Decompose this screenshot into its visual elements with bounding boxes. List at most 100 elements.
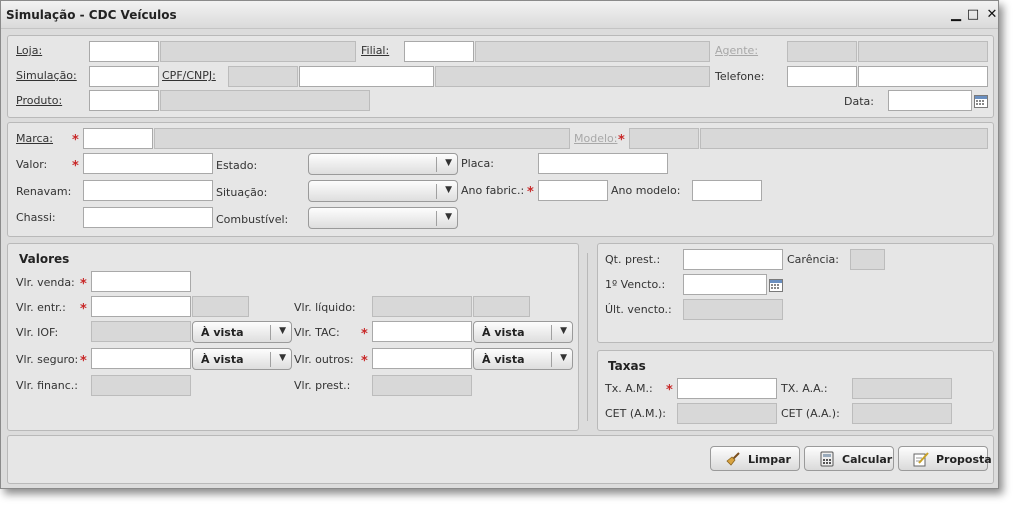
loja-input[interactable] bbox=[89, 41, 159, 62]
estado-select[interactable]: ▼ bbox=[308, 153, 458, 175]
carencia-label: Carência: bbox=[787, 253, 839, 266]
chassi-label: Chassi: bbox=[16, 211, 56, 224]
cpf-cnpj-input[interactable] bbox=[299, 66, 434, 87]
marca-name-field bbox=[154, 128, 570, 149]
vlr-outros-select-value: À vista bbox=[482, 353, 525, 366]
vlr-seguro-input[interactable] bbox=[91, 348, 191, 369]
minimize-button[interactable]: ▁ bbox=[948, 7, 964, 23]
telefone-input[interactable] bbox=[858, 66, 988, 87]
vlr-outros-input[interactable] bbox=[372, 348, 472, 369]
vlr-iof-field bbox=[91, 321, 191, 342]
vlr-seguro-select[interactable]: À vista ▼ bbox=[192, 348, 292, 370]
cpf-type-field bbox=[228, 66, 298, 87]
marca-label[interactable]: Marca: bbox=[16, 132, 53, 145]
vlr-liquido-field bbox=[372, 296, 472, 317]
title-bar[interactable]: Simulação - CDC Veículos ▁ □ ✕ bbox=[1, 1, 998, 29]
primeiro-vencto-input[interactable] bbox=[683, 274, 767, 295]
agente-code-field bbox=[787, 41, 857, 62]
vlr-tac-select-value: À vista bbox=[482, 326, 525, 339]
ano-modelo-input[interactable] bbox=[692, 180, 762, 201]
chassi-input[interactable] bbox=[83, 207, 213, 228]
required-marker: * bbox=[72, 159, 79, 174]
document-pen-icon bbox=[913, 451, 929, 467]
required-marker: * bbox=[80, 302, 87, 317]
cet-aa-field bbox=[852, 403, 952, 424]
marca-input[interactable] bbox=[83, 128, 153, 149]
loja-name-field bbox=[160, 41, 356, 62]
tx-am-input[interactable] bbox=[677, 378, 777, 399]
renavam-input[interactable] bbox=[83, 180, 213, 201]
produto-label[interactable]: Produto: bbox=[16, 94, 62, 107]
loja-label[interactable]: Loja: bbox=[16, 44, 42, 57]
cliente-name-field bbox=[435, 66, 710, 87]
cpf-cnpj-label[interactable]: CPF/CNPJ: bbox=[162, 69, 216, 82]
filial-label[interactable]: Filial: bbox=[361, 44, 389, 57]
vlr-entr-label: Vlr. entr.: bbox=[16, 301, 66, 314]
chevron-down-icon: ▼ bbox=[445, 185, 452, 195]
window-title: Simulação - CDC Veículos bbox=[6, 8, 177, 22]
vlr-tac-label: Vlr. TAC: bbox=[294, 326, 340, 339]
limpar-label: Limpar bbox=[748, 453, 791, 466]
produto-input[interactable] bbox=[89, 90, 159, 111]
chevron-down-icon: ▼ bbox=[445, 212, 452, 222]
vlr-tac-select[interactable]: À vista ▼ bbox=[473, 321, 573, 343]
tx-aa-field bbox=[852, 378, 952, 399]
tx-aa-label: TX. A.A.: bbox=[781, 382, 828, 395]
placa-input[interactable] bbox=[538, 153, 668, 174]
panel-divider bbox=[587, 253, 588, 421]
calendar-icon[interactable] bbox=[769, 279, 783, 292]
vlr-iof-select-value: À vista bbox=[201, 326, 244, 339]
filial-name-field bbox=[475, 41, 710, 62]
primeiro-vencto-label: 1º Vencto.: bbox=[605, 278, 666, 291]
qt-prest-input[interactable] bbox=[683, 249, 783, 270]
placa-label: Placa: bbox=[461, 157, 494, 170]
calcular-button[interactable]: Calcular bbox=[804, 446, 894, 471]
close-button[interactable]: ✕ bbox=[984, 7, 1000, 23]
chevron-down-icon: ▼ bbox=[279, 326, 286, 336]
situacao-select[interactable]: ▼ bbox=[308, 180, 458, 202]
required-marker: * bbox=[361, 354, 368, 369]
broom-icon bbox=[725, 451, 741, 467]
calendar-icon[interactable] bbox=[974, 95, 988, 108]
modelo-code-field bbox=[629, 128, 699, 149]
vlr-tac-input[interactable] bbox=[372, 321, 472, 342]
vlr-seguro-label: Vlr. seguro: bbox=[16, 353, 79, 366]
vlr-iof-label: Vlr. IOF: bbox=[16, 326, 59, 339]
vlr-venda-input[interactable] bbox=[91, 271, 191, 292]
limpar-button[interactable]: Limpar bbox=[710, 446, 800, 471]
ano-fabric-input[interactable] bbox=[538, 180, 608, 201]
filial-input[interactable] bbox=[404, 41, 474, 62]
telefone-label: Telefone: bbox=[715, 70, 765, 83]
carencia-field bbox=[850, 249, 885, 270]
ult-vencto-field bbox=[683, 299, 783, 320]
ano-fabric-label: Ano fabric.: bbox=[461, 184, 525, 197]
proposta-button[interactable]: Proposta bbox=[898, 446, 992, 471]
vlr-venda-label: Vlr. venda: bbox=[16, 276, 75, 289]
renavam-label: Renavam: bbox=[16, 185, 72, 198]
data-input[interactable] bbox=[888, 90, 972, 111]
situacao-label: Situação: bbox=[216, 186, 268, 199]
simulacao-label[interactable]: Simulação: bbox=[16, 69, 77, 82]
vlr-liquido-label: Vlr. líquido: bbox=[294, 301, 356, 314]
valor-input[interactable] bbox=[83, 153, 213, 174]
agente-label: Agente: bbox=[715, 44, 759, 57]
telefone-ddd-input[interactable] bbox=[787, 66, 857, 87]
combustivel-select[interactable]: ▼ bbox=[308, 207, 458, 229]
required-marker: * bbox=[361, 327, 368, 342]
vlr-iof-select[interactable]: À vista ▼ bbox=[192, 321, 292, 343]
required-marker: * bbox=[666, 383, 673, 398]
tx-am-label: Tx. A.M.: bbox=[605, 382, 653, 395]
vlr-outros-select[interactable]: À vista ▼ bbox=[473, 348, 573, 370]
simulacao-input[interactable] bbox=[89, 66, 159, 87]
ult-vencto-label: Últ. vencto.: bbox=[605, 303, 672, 316]
required-marker: * bbox=[80, 277, 87, 292]
proposta-label: Proposta bbox=[936, 453, 992, 466]
cet-am-field bbox=[677, 403, 777, 424]
vlr-entr-input[interactable] bbox=[91, 296, 191, 317]
maximize-button[interactable]: □ bbox=[965, 7, 981, 23]
qt-prest-label: Qt. prest.: bbox=[605, 253, 661, 266]
vlr-financ-label: Vlr. financ.: bbox=[16, 379, 78, 392]
vlr-financ-field bbox=[91, 375, 191, 396]
vlr-seguro-select-value: À vista bbox=[201, 353, 244, 366]
data-label: Data: bbox=[844, 95, 874, 108]
